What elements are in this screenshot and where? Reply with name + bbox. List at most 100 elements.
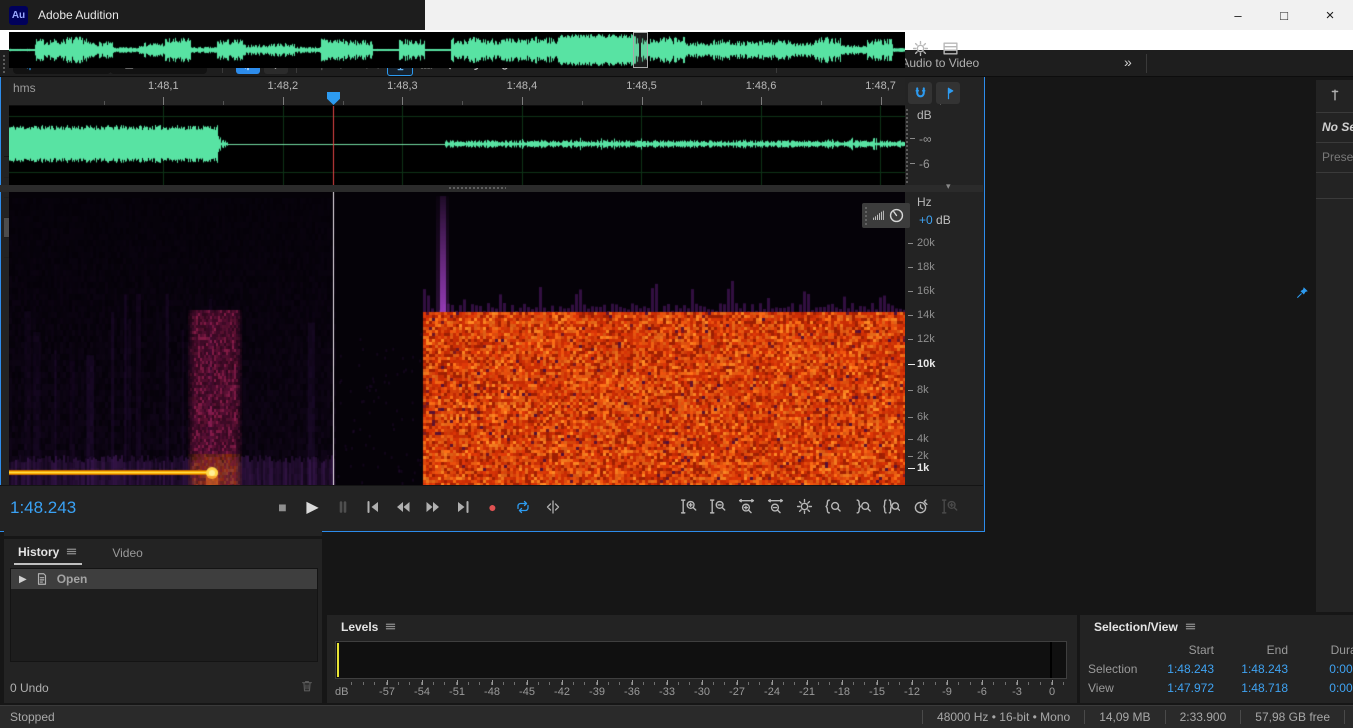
levels-tick-label: -51: [449, 686, 465, 698]
zoom-out-time-button[interactable]: [765, 496, 786, 517]
collapsed-label[interactable]: No Se: [1322, 120, 1353, 134]
drag-grip[interactable]: [864, 206, 869, 225]
levels-tick-label: -12: [904, 686, 920, 698]
sv-corner: [1088, 641, 1152, 660]
overview-waveform[interactable]: [9, 32, 905, 68]
panel-menu-icon[interactable]: [65, 545, 78, 558]
zoom-vertical-disabled-button[interactable]: [939, 496, 960, 517]
zoom-full-icon[interactable]: [912, 40, 929, 57]
db-tick: -6: [919, 157, 930, 171]
ruler-tick-label: 1:48,1: [148, 80, 179, 92]
freq-tick-label: 2k: [917, 450, 929, 462]
skip-to-start-button[interactable]: [362, 496, 383, 517]
zoom-auto-button[interactable]: [910, 496, 931, 517]
fast-forward-button[interactable]: [422, 496, 443, 517]
ruler-tick-label: 1:48,6: [746, 80, 777, 92]
overview-list-icon[interactable]: [942, 40, 959, 57]
editor-panel: Editor: dut_old.wav Mixer hms 1:48,11:48…: [0, 0, 985, 532]
levels-unit-label: dB: [335, 686, 348, 698]
audition-logo-icon[interactable]: Au: [9, 6, 28, 25]
amplitude-scale[interactable]: dB -∞ -6: [905, 106, 983, 185]
tab-levels[interactable]: Levels: [337, 615, 401, 638]
sv-row-label: Selection: [1088, 660, 1152, 679]
levels-tick-label: -27: [729, 686, 745, 698]
waveform-display[interactable]: [9, 106, 905, 185]
sv-value[interactable]: 0:00.746: [1288, 679, 1353, 698]
sv-header: Duration: [1288, 641, 1353, 660]
sv-value[interactable]: 0:00.000: [1288, 660, 1353, 679]
play-button[interactable]: ▶: [302, 496, 323, 517]
document-icon: [35, 572, 49, 586]
ruler-unit-label: hms: [13, 81, 36, 95]
frequency-scale[interactable]: Hz +0 dB 20k18k16k14k12k10k8k6k4k2k1k: [905, 192, 983, 485]
freq-tick-label: 8k: [917, 384, 929, 396]
collapsed-label[interactable]: Prese: [1322, 150, 1353, 164]
wave-spectral-divider[interactable]: ▾: [0, 185, 983, 192]
sv-header: End: [1214, 641, 1288, 660]
record-button[interactable]: ●: [482, 496, 503, 517]
level-meter[interactable]: [335, 641, 1067, 679]
volume-knob-overlay[interactable]: [862, 203, 910, 228]
toolbar-grip[interactable]: [2, 54, 7, 73]
clear-history-trash-icon[interactable]: [300, 679, 314, 693]
ruler-tick-label: 1:48,2: [268, 80, 299, 92]
spectrogram-display[interactable]: [9, 192, 905, 485]
status-item: 57,98 GB free: [1240, 710, 1344, 724]
gain-readout[interactable]: +0 dB: [919, 213, 951, 227]
panel-menu-icon[interactable]: [384, 620, 397, 633]
playback-state: Stopped: [0, 710, 55, 724]
close-button[interactable]: ×: [1307, 0, 1353, 30]
zoom-in-amplitude-button[interactable]: [678, 496, 699, 517]
pause-button[interactable]: [332, 496, 353, 517]
freq-tick-label: 14k: [917, 309, 935, 321]
meter-bars-icon: [872, 209, 885, 222]
sv-value[interactable]: 1:48.718: [1214, 679, 1288, 698]
snap-magnet-icon[interactable]: [908, 82, 932, 104]
zoom-to-out-point-button[interactable]: [852, 496, 873, 517]
pin-icon[interactable]: [1296, 286, 1309, 299]
zoom-to-selection-button[interactable]: [881, 496, 902, 517]
sv-row-label: View: [1088, 679, 1152, 698]
zoom-in-time-button[interactable]: [736, 496, 757, 517]
maximize-button[interactable]: □: [1261, 0, 1307, 30]
freq-tick-label: 18k: [917, 261, 935, 273]
hz-scale-label: Hz: [917, 195, 932, 209]
freq-tick-label: 20k: [917, 237, 935, 249]
toolbar-overflow-chevron[interactable]: »: [1124, 54, 1130, 70]
levels-tick-label: -24: [764, 686, 780, 698]
minimize-button[interactable]: –: [1215, 0, 1261, 30]
zoom-to-in-point-button[interactable]: [823, 496, 844, 517]
meter-min-line: [337, 643, 339, 677]
tab-selection-view[interactable]: Selection/View: [1090, 615, 1201, 638]
history-entry-open[interactable]: ▶ Open: [11, 569, 317, 589]
levels-tick-label: 0: [1049, 686, 1055, 698]
loop-button[interactable]: [512, 496, 533, 517]
skip-to-end-button[interactable]: [452, 496, 473, 517]
volume-knob-icon[interactable]: [888, 207, 905, 224]
levels-tick-label: -3: [1012, 686, 1022, 698]
time-display[interactable]: 1:48.243: [10, 498, 76, 518]
levels-tick-label: -30: [694, 686, 710, 698]
sv-value[interactable]: 1:48.243: [1152, 660, 1214, 679]
timeline-ruler[interactable]: hms 1:48,11:48,21:48,31:48,41:48,51:48,6…: [9, 78, 905, 106]
playhead-marker[interactable]: [327, 92, 340, 105]
tab-video[interactable]: Video: [108, 541, 146, 564]
collapse-chevron-icon[interactable]: ▾: [946, 181, 951, 192]
view-range-indicator[interactable]: [633, 32, 648, 68]
zoom-out-amplitude-button[interactable]: [707, 496, 728, 517]
rewind-button[interactable]: [392, 496, 413, 517]
panel-menu-icon[interactable]: [1184, 620, 1197, 633]
undo-count: 0 Undo: [10, 681, 49, 695]
levels-tick-label: -15: [869, 686, 885, 698]
collapsed-panel-icon[interactable]: [1328, 88, 1342, 102]
freq-tick-label: 10k: [917, 358, 935, 370]
sv-value[interactable]: 1:47.972: [1152, 679, 1214, 698]
zoom-reset-button[interactable]: [794, 496, 815, 517]
levels-tick-label: -57: [379, 686, 395, 698]
db-tick: -∞: [919, 132, 932, 146]
sv-value[interactable]: 1:48.243: [1214, 660, 1288, 679]
tab-history[interactable]: History: [14, 540, 82, 565]
marker-icon[interactable]: [936, 82, 960, 104]
stop-button[interactable]: ■: [272, 496, 293, 517]
move-playhead-button[interactable]: [542, 496, 563, 517]
